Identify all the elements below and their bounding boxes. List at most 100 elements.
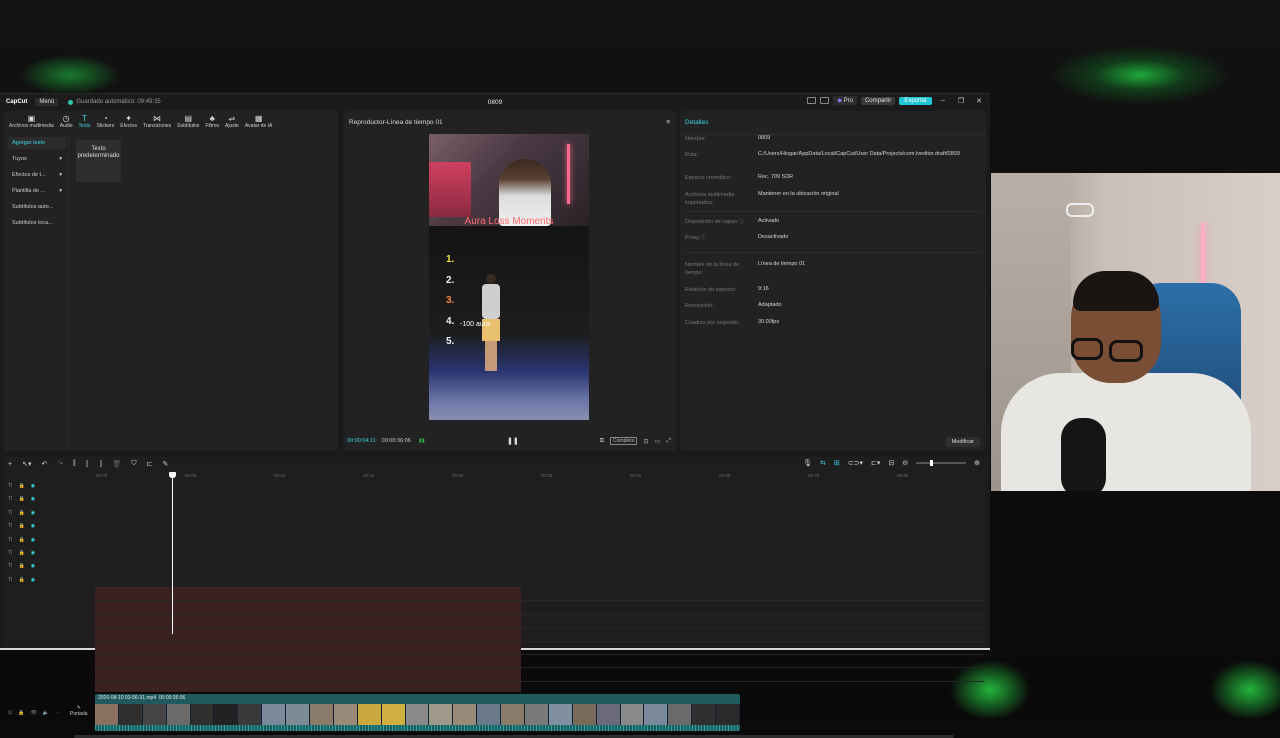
modify-button[interactable]: Modificar bbox=[945, 437, 980, 447]
sidebar-item[interactable]: Efectos de t... ▾ bbox=[8, 169, 66, 181]
crop-icon[interactable]: ⧉ bbox=[600, 438, 604, 445]
add-track-icon[interactable]: + bbox=[8, 461, 12, 468]
media-panel: ▣ Archivos multimedia ◷ Audio T Texto ◔ Sticker… bbox=[4, 111, 338, 451]
monitor-icon[interactable] bbox=[820, 97, 830, 104]
lock-icon[interactable]: 🔒 bbox=[18, 510, 24, 516]
split-right-icon[interactable]: ⟧ bbox=[99, 460, 102, 468]
maximize-icon[interactable]: ❐ bbox=[954, 97, 968, 105]
video-list-number: 5. bbox=[446, 336, 455, 347]
split-icon[interactable]: ⫿ bbox=[73, 460, 75, 468]
tab-1[interactable]: ◷ Audio bbox=[57, 114, 76, 133]
magic-icon[interactable]: ✎ bbox=[162, 460, 168, 468]
lock-icon[interactable]: 🔒 bbox=[18, 496, 24, 502]
cover-button[interactable]: ✎ Portada bbox=[70, 705, 88, 717]
delete-icon[interactable]: 🗑 bbox=[112, 460, 121, 468]
tab-7[interactable]: ♣ Filtros bbox=[202, 114, 222, 133]
zoom-out-icon[interactable]: ⊖ bbox=[902, 459, 908, 467]
zoom-in-icon[interactable]: ⊕ bbox=[974, 459, 980, 467]
detail-label: Archivos multimedia importados: bbox=[685, 192, 735, 206]
playhead[interactable] bbox=[172, 472, 173, 634]
select-tool-icon[interactable]: ↖▾ bbox=[22, 460, 31, 468]
sidebar-item[interactable]: Subtítulos loca... bbox=[8, 217, 66, 229]
layout-icon[interactable] bbox=[807, 97, 817, 104]
pause-button[interactable]: ❚❚ bbox=[507, 437, 519, 445]
main-video-clip[interactable]: 2026-08-10 03-56-31.mp4 00:00:36:06 bbox=[95, 694, 740, 731]
export-button[interactable]: Exportar bbox=[899, 96, 932, 105]
clip-thumbnail bbox=[477, 704, 502, 725]
preview-axis-icon[interactable]: ⊂⊃▾ bbox=[848, 459, 863, 467]
player-menu-icon[interactable]: ≡ bbox=[666, 119, 670, 126]
menu-button[interactable]: Menú bbox=[35, 98, 59, 106]
minimize-icon[interactable]: – bbox=[936, 97, 950, 104]
lock-icon[interactable]: 🔒 bbox=[18, 563, 24, 569]
sidebar-item[interactable]: Tuyos ▾ bbox=[8, 153, 66, 165]
eye-icon[interactable]: ◉ bbox=[31, 563, 35, 569]
freeze-icon[interactable]: ⊏ bbox=[147, 460, 153, 468]
sidebar-item[interactable]: Plantilla de ... ▾ bbox=[8, 185, 66, 197]
webcam-goggles bbox=[1066, 203, 1094, 217]
video-preview[interactable]: Aura Loss Moments 1. 2. 3. 4. 5. -100 aura bbox=[429, 134, 589, 420]
clip-thumbnail bbox=[95, 704, 119, 725]
snap-icon[interactable]: ⊞ bbox=[834, 459, 840, 467]
tab-0[interactable]: ▣ Archivos multimedia bbox=[6, 114, 57, 133]
tab-4[interactable]: ✦ Efectos bbox=[117, 114, 140, 133]
text-track-icon: TI bbox=[8, 509, 13, 516]
lock-icon[interactable]: 🔒 bbox=[18, 483, 24, 489]
lock-icon[interactable]: 🔒 bbox=[18, 523, 24, 529]
app-logo: CapCut bbox=[6, 99, 28, 105]
pro-button[interactable]: ◆ Pro bbox=[833, 96, 857, 105]
tab-5[interactable]: ⋈ Transiciones bbox=[140, 114, 174, 133]
ratio-select[interactable]: Completo bbox=[610, 437, 638, 445]
sidebar-item[interactable]: Subtítulos auto... bbox=[8, 201, 66, 213]
default-text-card[interactable]: Texto predeterminado bbox=[76, 140, 121, 182]
fullscreen-icon[interactable]: ⤢ bbox=[666, 438, 671, 445]
track-lock-icon[interactable]: 🔒 bbox=[18, 710, 24, 716]
track-audio-icon[interactable]: 🔈 bbox=[43, 710, 49, 716]
aspect-icon[interactable]: ▭ bbox=[655, 438, 661, 445]
lock-icon[interactable]: 🔒 bbox=[18, 537, 24, 543]
tab-3[interactable]: ◔ Stickers bbox=[94, 114, 118, 133]
lock-icon[interactable]: 🔒 bbox=[18, 577, 24, 583]
eye-icon[interactable]: ◉ bbox=[31, 550, 35, 556]
redo-icon[interactable]: ↷ bbox=[57, 460, 63, 468]
mic-icon[interactable]: 🎙 bbox=[803, 459, 812, 467]
tab-9[interactable]: ▦ Avatar de IA bbox=[242, 114, 275, 133]
sidebar-item[interactable]: Agregar texto bbox=[8, 137, 66, 149]
marker-icon[interactable]: ⛉ bbox=[131, 460, 136, 468]
zoom-knob[interactable] bbox=[930, 460, 934, 466]
track-more-icon[interactable]: ⋯ bbox=[55, 710, 60, 716]
time-ruler[interactable]: 00:00 00:05 00:10 00:15 00:20 00:25 00:30 00:35… bbox=[96, 473, 982, 483]
playhead-handle[interactable] bbox=[169, 472, 176, 478]
eye-icon[interactable]: ◉ bbox=[31, 537, 35, 543]
eye-icon[interactable]: ◉ bbox=[31, 496, 35, 502]
tab-icon: ♣ bbox=[209, 114, 215, 123]
sidebar-item-label: Agregar texto bbox=[12, 140, 46, 146]
text-track-header: TI 🔒 ◉ bbox=[8, 523, 35, 529]
tab-2[interactable]: T Texto bbox=[76, 114, 94, 133]
detail-row: Archivos multimedia importados: Mantener … bbox=[685, 191, 981, 207]
link-icon[interactable]: ⇆ bbox=[820, 459, 826, 467]
video-list-number: 1. bbox=[446, 254, 455, 265]
lock-icon[interactable]: 🔒 bbox=[18, 550, 24, 556]
tab-6[interactable]: ▤ Subtítulos bbox=[174, 114, 202, 133]
text-track-icon: TI bbox=[8, 536, 13, 543]
track-lock-icon[interactable]: ⊡ bbox=[8, 710, 12, 716]
text-track-icon: TI bbox=[8, 523, 13, 530]
share-button[interactable]: Compartir bbox=[860, 96, 896, 105]
eye-icon[interactable]: ◉ bbox=[31, 510, 35, 516]
eye-icon[interactable]: ◉ bbox=[31, 523, 35, 529]
zoom-slider[interactable] bbox=[916, 460, 967, 466]
undo-icon[interactable]: ↶ bbox=[41, 460, 47, 468]
magnet-icon[interactable]: ⊏▾ bbox=[871, 459, 880, 467]
tab-8[interactable]: ⇌ Ajuste bbox=[222, 114, 242, 133]
project-title: 0809 bbox=[487, 98, 503, 106]
tool-tabs: ▣ Archivos multimedia ◷ Audio T Texto ◔ Sticker… bbox=[4, 111, 338, 133]
split-left-icon[interactable]: ⟦ bbox=[85, 460, 88, 468]
caption-icon[interactable]: ⊟ bbox=[888, 459, 894, 467]
track-eye-icon[interactable]: 👁 bbox=[30, 710, 36, 716]
zoom-fit-icon[interactable]: ⊡ bbox=[643, 438, 648, 445]
eye-icon[interactable]: ◉ bbox=[31, 577, 35, 583]
close-icon[interactable]: ✕ bbox=[972, 97, 986, 105]
eye-icon[interactable]: ◉ bbox=[31, 483, 35, 489]
clip-thumbnail bbox=[692, 704, 717, 725]
